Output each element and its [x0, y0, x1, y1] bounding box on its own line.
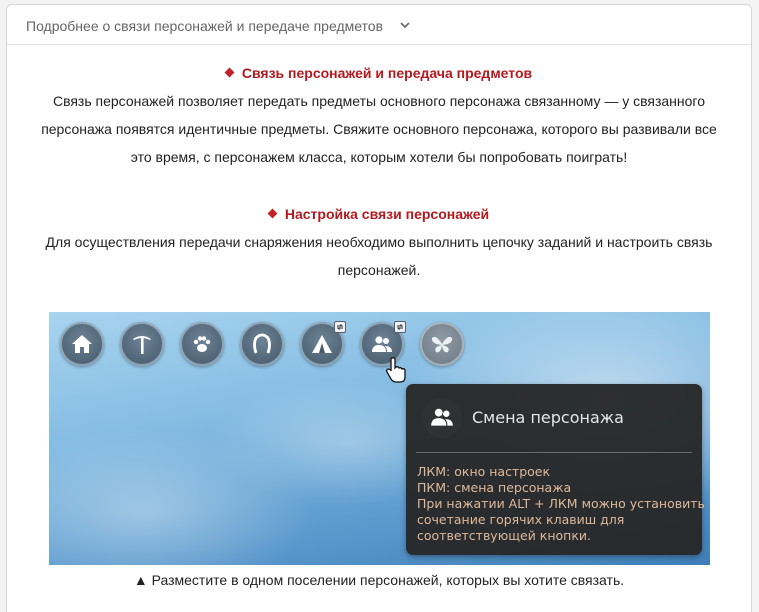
- section-title-link-setup: Настройка связи персонажей: [7, 206, 751, 222]
- tooltip-line: ЛКМ: окно настроек: [417, 464, 551, 479]
- paragraph-line: Для осуществления передачи снаряжения не…: [45, 234, 713, 250]
- swap-badge-icon: [394, 321, 406, 333]
- chevron-down-icon[interactable]: [399, 20, 411, 30]
- tooltip-title: Смена персонажа: [472, 408, 624, 427]
- paragraph-line: персонажей.: [337, 262, 421, 278]
- tooltip-line: ПКМ: смена персонажа: [417, 480, 572, 495]
- content-panel: Подробнее о связи персонажей и передаче …: [6, 4, 752, 612]
- image-caption: ▲ Разместите в одном поселении персонаже…: [133, 572, 625, 588]
- paragraph-line: это время, с персонажем класса, которым …: [130, 149, 628, 165]
- two-people-icon: [422, 398, 462, 438]
- tooltip-line: сочетание горячих клавиш для: [417, 512, 625, 527]
- horseshoe-icon: [240, 322, 284, 366]
- paragraph-line: персонажа появятся идентичные предметы. …: [41, 121, 717, 137]
- house-icon: [60, 322, 104, 366]
- diamond-bullet-icon: [267, 208, 278, 219]
- paw-icon: [180, 322, 224, 366]
- tooltip: Смена персонажа ЛКМ: окно настроек ПКМ: …: [406, 384, 705, 555]
- paragraph-line: Связь персонажей позволяет передать пред…: [52, 93, 706, 109]
- section-title-link-transfer: Связь персонажей и передача предметов: [7, 65, 751, 81]
- swap-badge-icon: [334, 321, 346, 333]
- section-paragraph-link-transfer: Связь персонажей позволяет передать пред…: [33, 87, 725, 171]
- butterfly-icon: [420, 322, 464, 366]
- accordion-header[interactable]: Подробнее о связи персонажей и передаче …: [7, 5, 751, 45]
- tooltip-line: соответствующей кнопки.: [417, 528, 591, 543]
- game-screenshot: Смена персонажа ЛКМ: окно настроек ПКМ: …: [49, 312, 710, 565]
- tooltip-divider: [416, 452, 692, 453]
- pickaxe-icon: [120, 322, 164, 366]
- diamond-bullet-icon: [224, 67, 235, 78]
- section-paragraph-link-setup: Для осуществления передачи снаряжения не…: [33, 228, 725, 284]
- accordion-title[interactable]: Подробнее о связи персонажей и передаче …: [26, 18, 383, 34]
- cursor-hand-icon: [386, 357, 406, 383]
- tooltip-line: При нажатии ALT + ЛКМ можно установить: [417, 496, 705, 511]
